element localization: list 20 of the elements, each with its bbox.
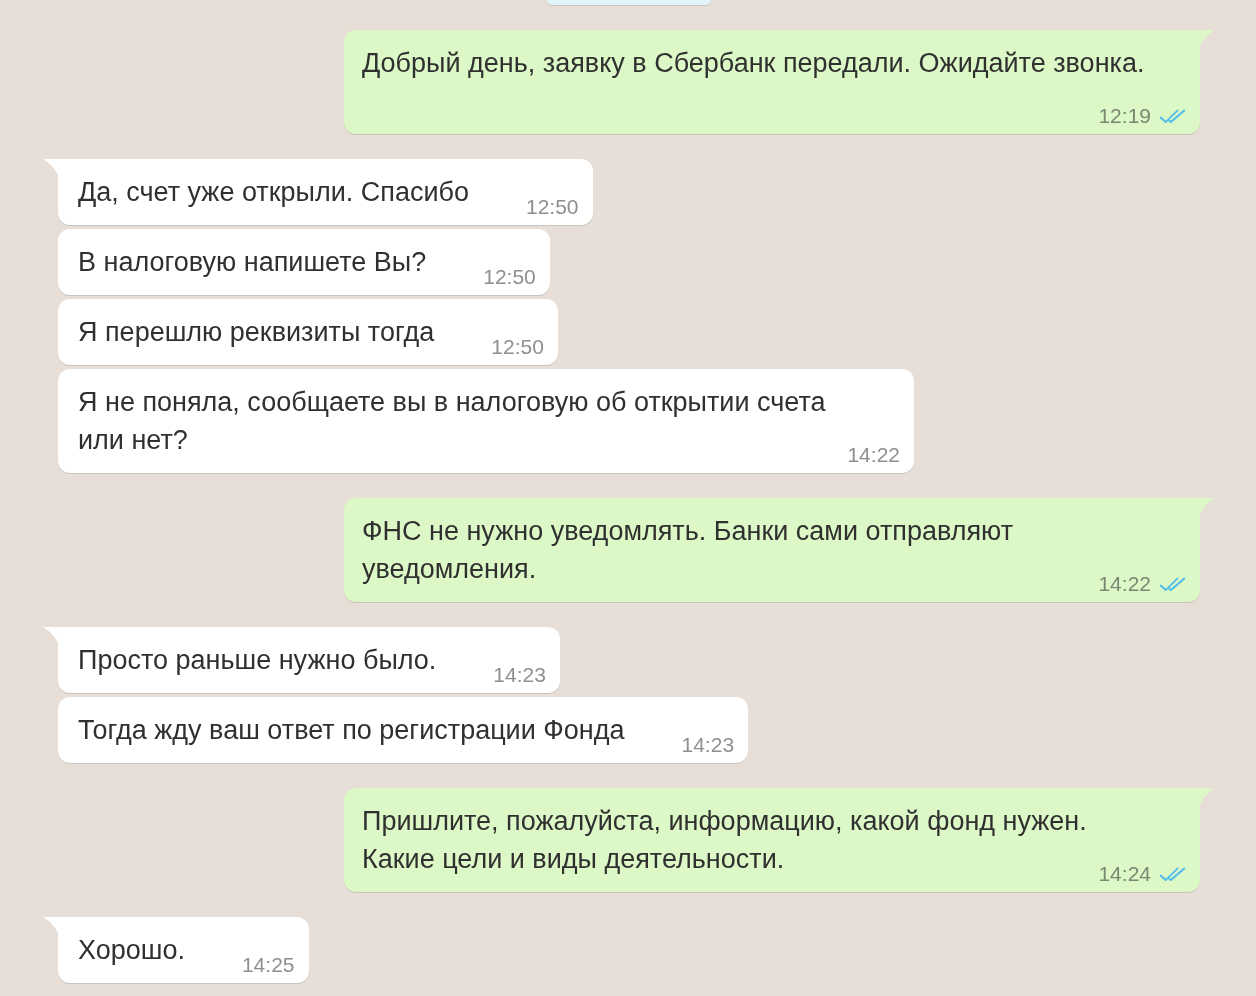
message-time: 14:24 (1098, 864, 1151, 884)
message-text: Тогда жду ваш ответ по регистрации Фонда (78, 715, 625, 745)
message-time: 14:25 (241, 955, 295, 975)
message-text: Я перешлю реквизиты тогда (78, 317, 435, 347)
message-text: В налоговую напишете Вы? (78, 247, 427, 277)
message-time: 12:19 (1098, 106, 1151, 126)
message-text: Хорошо. (78, 935, 185, 965)
message-time: 14:22 (1098, 574, 1151, 594)
message-time: 12:50 (526, 197, 579, 217)
message-time: 14:22 (847, 445, 900, 465)
message-text: Я не поняла, сообщаете вы в налоговую об открытии счета или нет? (78, 387, 826, 455)
message-text: Пришлите, пожалуйста, информацию, какой фонд нужен. Какие цели и виды деятельности. (362, 806, 1087, 874)
message-time: 14:23 (493, 665, 546, 685)
message-text: ФНС не нужно уведомлять. Банки сами отправляют уведомления. (362, 516, 1014, 584)
message-text: Просто раньше нужно было. (78, 645, 437, 675)
message-time: 14:23 (681, 735, 735, 755)
message-time: 12:50 (483, 267, 536, 287)
message-time: 12:50 (491, 337, 544, 357)
message-text: Да, счет уже открыли. Спасибо (78, 177, 469, 207)
message-text: Добрый день, заявку в Сбербанк передали. Ожидайте звонка. (362, 48, 1145, 78)
